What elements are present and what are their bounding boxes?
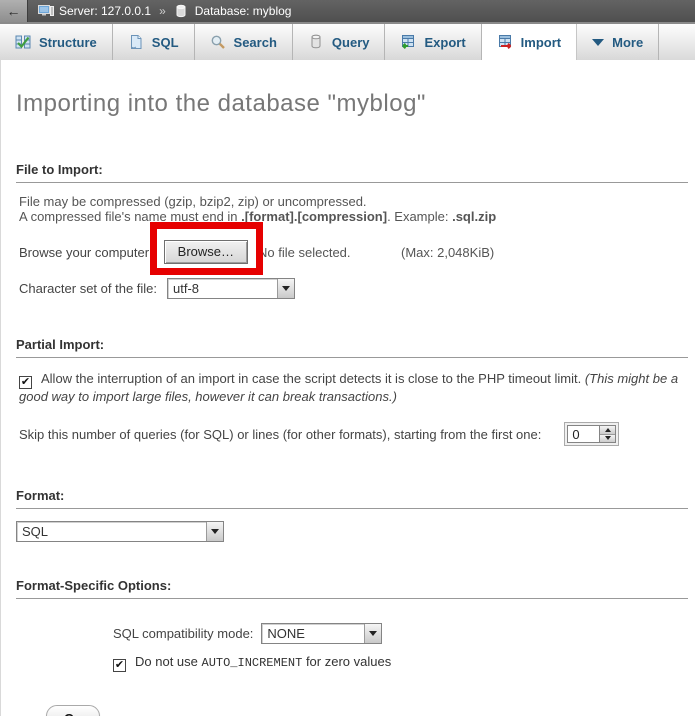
breadcrumb-separator: » bbox=[159, 4, 166, 18]
tab-strip-filler bbox=[659, 24, 695, 60]
auto-increment-code: AUTO_INCREMENT bbox=[202, 656, 303, 670]
section-heading-format-options: Format-Specific Options: bbox=[16, 578, 688, 599]
export-icon bbox=[400, 34, 416, 50]
main-content: Importing into the database "myblog" Fil… bbox=[0, 60, 695, 716]
breadcrumb-database[interactable]: Database: myblog bbox=[195, 4, 292, 18]
charset-select[interactable]: utf-8 bbox=[167, 278, 295, 299]
server-icon bbox=[38, 4, 54, 18]
arrow-down-icon bbox=[605, 436, 611, 440]
tab-query[interactable]: Query bbox=[293, 24, 386, 60]
charset-selected-value: utf-8 bbox=[168, 279, 277, 298]
page-title: Importing into the database "myblog" bbox=[16, 60, 690, 118]
auto-increment-label-prefix: Do not use bbox=[135, 654, 202, 669]
sql-compat-row: SQL compatibility mode: NONE bbox=[16, 623, 690, 644]
dropdown-arrow-icon bbox=[211, 529, 219, 534]
tab-structure[interactable]: Structure bbox=[0, 24, 113, 60]
sql-compat-selected-value: NONE bbox=[262, 624, 364, 643]
chevron-down-icon bbox=[592, 39, 604, 46]
stepper-down-button[interactable] bbox=[600, 434, 615, 443]
auto-increment-checkbox[interactable]: ✔ bbox=[113, 659, 126, 672]
max-upload-size: (Max: 2,048KiB) bbox=[401, 245, 494, 260]
tab-search[interactable]: Search bbox=[195, 24, 293, 60]
section-heading-file-to-import: File to Import: bbox=[16, 162, 688, 183]
tab-search-label: Search bbox=[234, 35, 277, 50]
auto-increment-row: ✔ Do not use AUTO_INCREMENT for zero valu… bbox=[16, 654, 690, 672]
compression-notes: File may be compressed (gzip, bzip2, zip… bbox=[16, 194, 690, 224]
auto-increment-label-suffix: for zero values bbox=[302, 654, 391, 669]
tab-strip: Structure SQL Search Query bbox=[0, 22, 695, 60]
tab-structure-label: Structure bbox=[39, 35, 97, 50]
breadcrumb: Server: 127.0.0.1 » Database: myblog bbox=[38, 4, 291, 18]
query-icon bbox=[308, 34, 324, 50]
note-line-1: File may be compressed (gzip, bzip2, zip… bbox=[19, 194, 690, 209]
allow-interruption-checkbox[interactable]: ✔ bbox=[19, 376, 32, 389]
sql-compat-label: SQL compatibility mode: bbox=[113, 626, 253, 641]
allow-interruption-row: ✔ Allow the interruption of an import in … bbox=[16, 371, 690, 405]
file-upload-row: Browse your computer: Browse… No file se… bbox=[16, 239, 690, 265]
structure-icon bbox=[15, 34, 31, 50]
tab-sql-label: SQL bbox=[152, 35, 179, 50]
charset-label: Character set of the file: bbox=[19, 281, 157, 296]
dropdown-arrow-icon bbox=[282, 286, 290, 291]
tab-more[interactable]: More bbox=[577, 24, 659, 60]
tab-import[interactable]: Import bbox=[482, 24, 577, 60]
browse-button[interactable]: Browse… bbox=[164, 240, 248, 264]
skip-queries-input[interactable]: 0 bbox=[567, 425, 599, 443]
note-line-2: A compressed file's name must end in .[f… bbox=[19, 209, 690, 224]
allow-interruption-label: Allow the interruption of an import in c… bbox=[41, 371, 585, 386]
tab-export[interactable]: Export bbox=[385, 24, 481, 60]
charset-dropdown-button[interactable] bbox=[277, 279, 294, 298]
skip-queries-label: Skip this number of queries (for SQL) or… bbox=[19, 427, 541, 442]
sql-compat-select[interactable]: NONE bbox=[261, 623, 382, 644]
database-icon bbox=[174, 4, 190, 18]
format-select[interactable]: SQL bbox=[16, 521, 224, 542]
back-button[interactable]: ← bbox=[0, 0, 28, 22]
arrow-up-icon bbox=[605, 428, 611, 432]
tab-sql[interactable]: SQL bbox=[113, 24, 195, 60]
section-heading-format: Format: bbox=[16, 488, 688, 509]
skip-queries-stepper: 0 bbox=[564, 422, 619, 446]
stepper-up-button[interactable] bbox=[600, 426, 615, 434]
tab-more-label: More bbox=[612, 35, 643, 50]
breadcrumb-bar: ← Server: 127.0.0.1 » Database: myblog bbox=[0, 0, 695, 22]
format-dropdown-button[interactable] bbox=[206, 522, 223, 541]
browse-label: Browse your computer: bbox=[19, 245, 153, 260]
tab-import-label: Import bbox=[521, 35, 561, 50]
format-selected-value: SQL bbox=[17, 522, 206, 541]
sql-icon bbox=[128, 34, 144, 50]
go-button[interactable]: Go bbox=[46, 705, 100, 716]
no-file-selected-text: No file selected. bbox=[258, 245, 351, 260]
sql-compat-dropdown-button[interactable] bbox=[364, 624, 381, 643]
section-heading-partial-import: Partial Import: bbox=[16, 337, 688, 358]
search-icon bbox=[210, 34, 226, 50]
import-icon bbox=[497, 34, 513, 50]
dropdown-arrow-icon bbox=[369, 631, 377, 636]
charset-row: Character set of the file: utf-8 bbox=[16, 278, 690, 299]
tab-query-label: Query bbox=[332, 35, 370, 50]
skip-queries-row: Skip this number of queries (for SQL) or… bbox=[16, 422, 690, 446]
tab-export-label: Export bbox=[424, 35, 465, 50]
breadcrumb-server[interactable]: Server: 127.0.0.1 bbox=[59, 4, 151, 18]
